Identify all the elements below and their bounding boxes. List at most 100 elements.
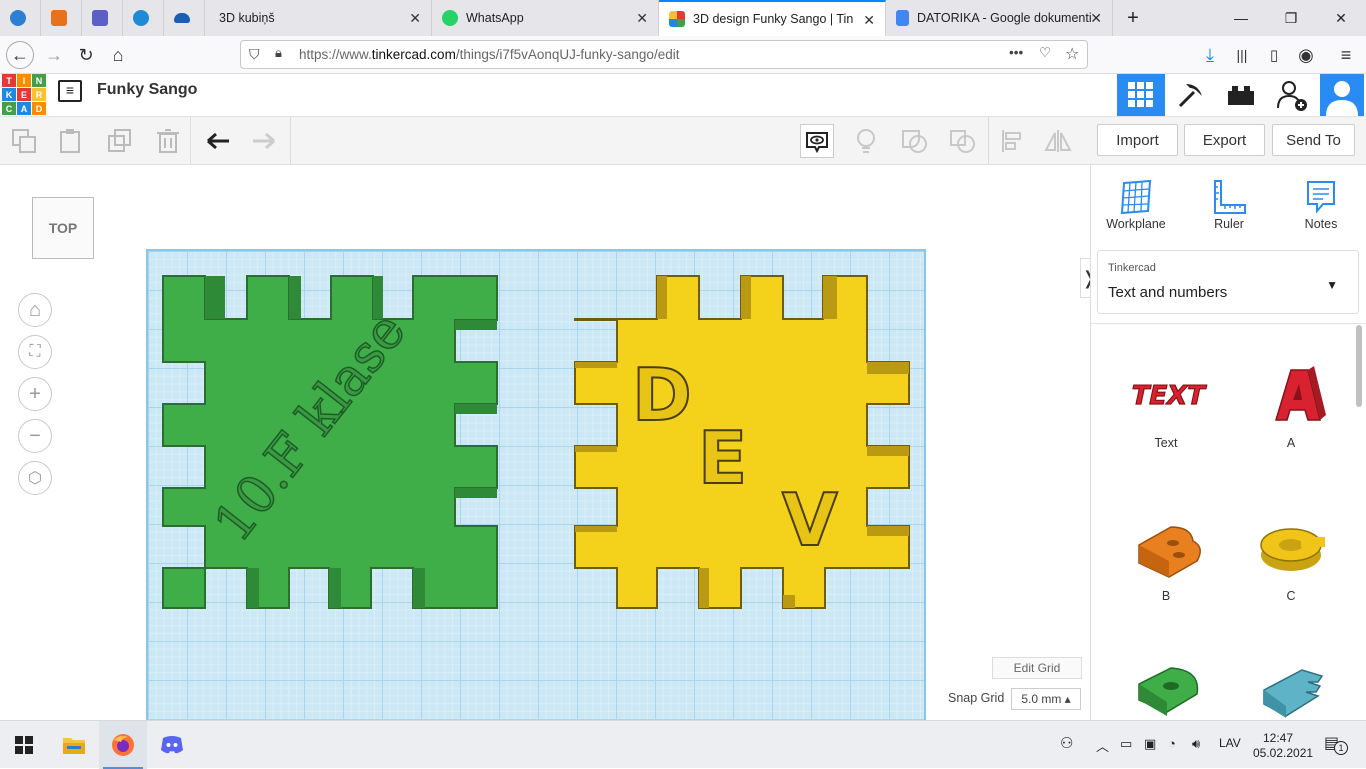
discord-icon: [161, 736, 183, 754]
minimize-icon[interactable]: —: [1216, 0, 1266, 36]
file-explorer-button[interactable]: [50, 721, 98, 769]
ungroup-icon: [950, 130, 975, 153]
downloads-icon[interactable]: ⤓: [1196, 41, 1224, 69]
ungroup-button[interactable]: [946, 125, 978, 157]
ruler-button[interactable]: Ruler: [1194, 177, 1264, 231]
device-icon[interactable]: ▣: [1144, 736, 1156, 752]
shape-letter-a[interactable]: A: [1236, 360, 1346, 450]
library-icon[interactable]: |||: [1228, 41, 1256, 69]
whatsapp-icon: [442, 10, 458, 26]
workplane-button[interactable]: Workplane: [1101, 177, 1171, 231]
duplicate-button[interactable]: [104, 125, 136, 157]
battery-icon[interactable]: ▭: [1120, 736, 1132, 752]
workplane-label: Workplane: [1106, 217, 1166, 231]
user-avatar-button[interactable]: [1318, 74, 1366, 116]
url-bar[interactable]: ⛉ 🔒︎ https://www. tinkercad.com/things/i7…: [240, 40, 1088, 69]
codeblocks-button[interactable]: [1167, 74, 1215, 116]
zoom-out-button[interactable]: −: [18, 419, 52, 453]
snap-grid-select[interactable]: 5.0 mm ▴: [1011, 688, 1081, 710]
tab-3d-kubins[interactable]: 3D kubiņš ✕: [205, 0, 432, 36]
shape-text[interactable]: TEXT Text: [1111, 360, 1221, 450]
zoom-in-button[interactable]: +: [18, 377, 52, 411]
tab-label: 3D design Funky Sango | Tinker: [693, 12, 853, 26]
category-value: Text and numbers: [1108, 284, 1228, 301]
export-button[interactable]: Export: [1184, 124, 1265, 156]
page-actions-icon[interactable]: •••: [1009, 45, 1023, 60]
design-title[interactable]: Funky Sango: [97, 81, 197, 99]
tinkercad-logo[interactable]: T I N K E R C A D: [2, 74, 46, 115]
invite-user-button[interactable]: [1268, 74, 1316, 116]
shape-letter-e[interactable]: [1236, 660, 1346, 720]
start-button[interactable]: [0, 721, 48, 769]
discord-button[interactable]: [148, 721, 196, 769]
group-button[interactable]: [898, 125, 930, 157]
shape-letter-b[interactable]: B: [1111, 513, 1221, 603]
brick-icon: [1228, 86, 1254, 105]
tab-whatsapp[interactable]: WhatsApp ✕: [432, 0, 659, 36]
logo-letter: N: [32, 74, 46, 87]
account-icon[interactable]: ◉: [1292, 41, 1320, 69]
sidebar-icon[interactable]: ▯: [1260, 41, 1288, 69]
projection-button[interactable]: ⬡: [18, 461, 52, 495]
tab-onedrive[interactable]: [164, 0, 205, 36]
panel-scrollbar[interactable]: [1356, 325, 1362, 407]
close-tab-icon[interactable]: ✕: [636, 10, 648, 27]
mirror-button[interactable]: [1042, 125, 1074, 157]
pocket-icon[interactable]: ♡: [1039, 45, 1051, 61]
notes-button[interactable]: Notes: [1286, 177, 1356, 231]
forward-button[interactable]: →: [40, 41, 68, 69]
redo-button[interactable]: [248, 125, 280, 157]
notification-center-icon[interactable]: ▤ 1: [1324, 733, 1348, 755]
workspace-canvas[interactable]: TOP ⌂ ⛶ + − ⬡ 10.F klase D E V Edit Grid…: [0, 165, 1090, 720]
3d-view-button[interactable]: [1117, 74, 1165, 116]
tab-weather[interactable]: [0, 0, 41, 36]
edit-grid-button[interactable]: Edit Grid: [992, 657, 1082, 679]
import-button[interactable]: Import: [1097, 124, 1178, 156]
firefox-button[interactable]: [99, 721, 147, 769]
wifi-icon[interactable]: ◔: [1168, 736, 1176, 751]
home-icon: ⌂: [28, 298, 42, 321]
show-all-button[interactable]: [800, 124, 834, 158]
close-window-icon[interactable]: ✕: [1316, 0, 1366, 36]
shape-category-select[interactable]: Tinkercad Text and numbers ▼: [1097, 250, 1359, 314]
people-icon[interactable]: ⚇: [1060, 734, 1073, 752]
notification-count: 1: [1334, 741, 1348, 755]
tray-chevron-up-icon[interactable]: ︿: [1096, 736, 1109, 755]
language-indicator[interactable]: LAV: [1219, 736, 1241, 750]
close-tab-icon[interactable]: ✕: [1090, 10, 1102, 27]
tab-profile-app[interactable]: [41, 0, 82, 36]
copy-button[interactable]: [8, 125, 40, 157]
windows-taskbar: ⚇ ︿ ▭ ▣ ◔ 🔊︎ LAV 12:47 05.02.2021 ▤ 1: [0, 720, 1366, 769]
tinkercad-icon: [669, 11, 685, 27]
lock-icon: 🔒︎: [275, 45, 282, 60]
bookmark-star-icon[interactable]: ☆: [1065, 44, 1079, 64]
menu-icon[interactable]: ≡: [1332, 41, 1360, 69]
fit-view-button[interactable]: ⛶: [18, 335, 52, 369]
delete-button[interactable]: [152, 125, 184, 157]
new-tab-button[interactable]: +: [1113, 0, 1153, 36]
back-button[interactable]: ←: [6, 41, 34, 69]
home-view-button[interactable]: ⌂: [18, 293, 52, 327]
tab-tinkercad[interactable]: 3D design Funky Sango | Tinker ✕: [659, 0, 886, 36]
view-cube[interactable]: TOP: [32, 197, 94, 259]
home-button[interactable]: ⌂: [104, 41, 132, 69]
tab-teams[interactable]: [82, 0, 123, 36]
bricks-button[interactable]: [1217, 74, 1265, 116]
shape-letter-c[interactable]: C: [1236, 513, 1346, 603]
clock[interactable]: 12:47 05.02.2021: [1253, 731, 1313, 761]
close-tab-icon[interactable]: ✕: [409, 10, 421, 27]
close-tab-icon[interactable]: ✕: [863, 12, 875, 29]
paste-button[interactable]: [54, 125, 86, 157]
align-button[interactable]: [996, 125, 1028, 157]
light-bulb-button[interactable]: [850, 125, 882, 157]
undo-button[interactable]: [202, 125, 234, 157]
restore-icon[interactable]: ❐: [1266, 0, 1316, 36]
tab-google-docs[interactable]: DATORIKA - Google dokumenti ✕: [886, 0, 1113, 36]
design-list-icon[interactable]: ≡: [58, 80, 82, 102]
tab-edge[interactable]: [123, 0, 164, 36]
reload-button[interactable]: ↻: [72, 41, 100, 69]
workplane-grid[interactable]: [146, 249, 926, 720]
volume-icon[interactable]: 🔊︎: [1192, 736, 1200, 752]
shape-letter-d[interactable]: [1111, 660, 1221, 720]
send-to-button[interactable]: Send To: [1272, 124, 1355, 156]
